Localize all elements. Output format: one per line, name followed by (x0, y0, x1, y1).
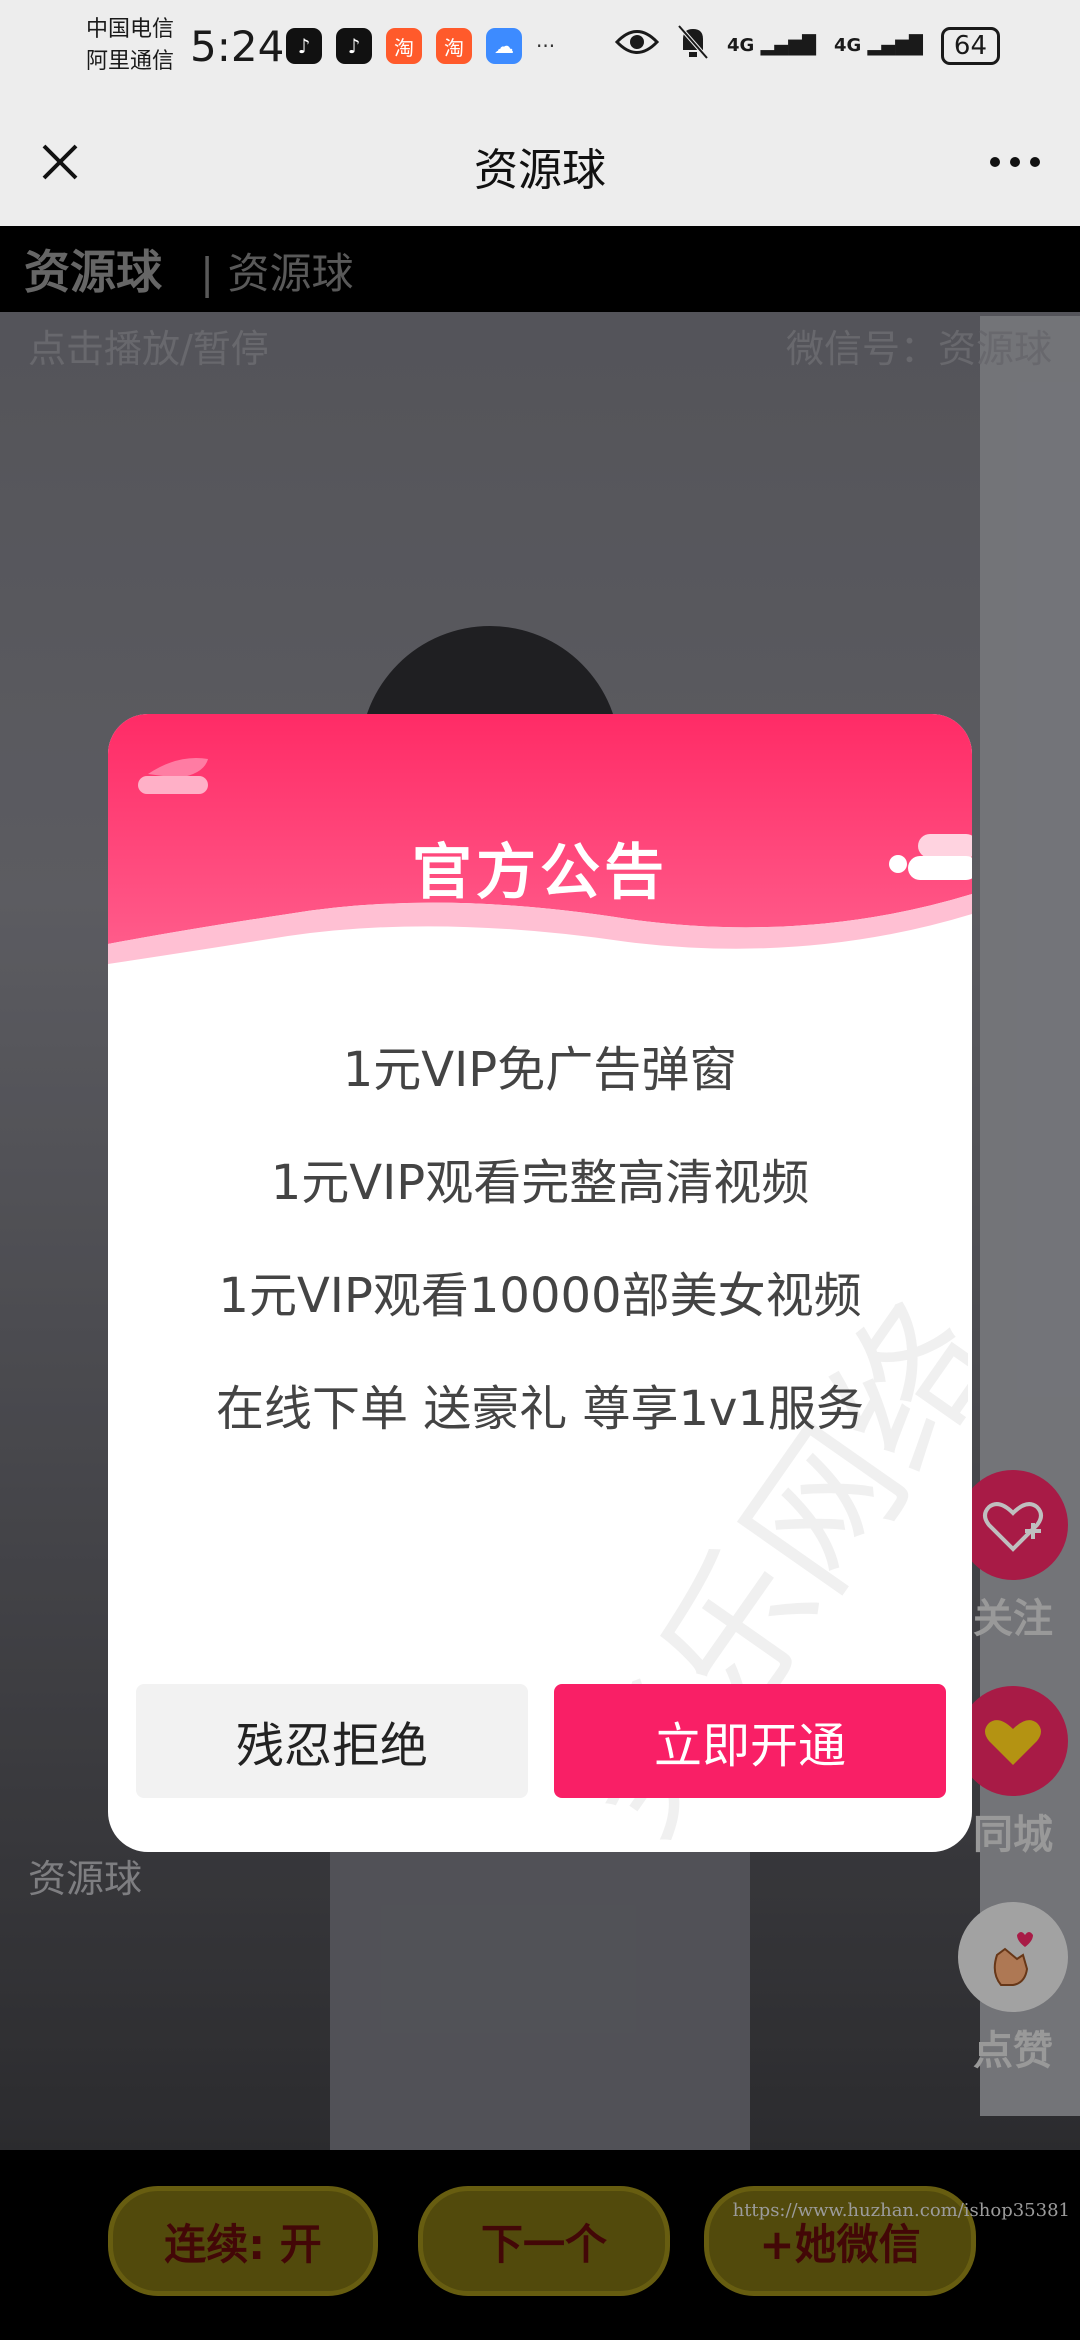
battery-icon: 64 (940, 26, 1000, 65)
notice-list: 1元VIP免广告弹窗 1元VIP观看完整高清视频 1元VIP观看10000部美女… (108, 1014, 972, 1466)
cloud-icon: ☁ (486, 28, 522, 64)
notice-item: 在线下单 送豪礼 尊享1v1服务 (215, 1381, 864, 1437)
signal-icon: 4G ▂▄▆█ (833, 35, 923, 56)
carrier-2: 阿里通信 (86, 49, 175, 74)
signal-2-label: 4G (833, 35, 862, 56)
more-options-button[interactable] (980, 132, 1050, 192)
tiktok-icon: ♪ (336, 28, 372, 64)
carrier-1: 中国电信 (86, 17, 175, 42)
battery-level: 64 (953, 30, 987, 61)
tiktok-icon: ♪ (286, 28, 322, 64)
eye-icon (614, 27, 660, 64)
clock: 5:24 (190, 22, 285, 71)
modal-title: 官方公告 (412, 838, 668, 908)
mute-bell-icon (677, 24, 709, 67)
status-bar: 中国电信 阿里通信 5:24 ♪ ♪ 淘 淘 ☁ ··· 4G ▂▄▆█ 4G … (0, 0, 1080, 98)
reject-button[interactable]: 残忍拒绝 (136, 1684, 528, 1798)
more-icon (990, 157, 1040, 167)
announcement-modal: 官方公告 务乐网络 duole190 1元VIP免广告弹窗 1元VIP观看完整高… (108, 714, 972, 1852)
more-notifications-icon: ··· (536, 34, 556, 58)
taobao-icon: 淘 (386, 28, 422, 64)
notification-icons: ♪ ♪ 淘 淘 ☁ ··· (286, 28, 555, 64)
notice-item: 1元VIP观看完整高清视频 (270, 1155, 810, 1211)
title-bar: 资源球 (0, 98, 1080, 226)
page-title: 资源球 (474, 145, 606, 196)
signal-icon: 4G ▂▄▆█ (727, 35, 816, 56)
taobao-icon: 淘 (436, 28, 472, 64)
notice-item: 1元VIP观看10000部美女视频 (218, 1268, 862, 1324)
signal-1-label: 4G (727, 35, 755, 56)
notice-item: 1元VIP免广告弹窗 (342, 1042, 738, 1098)
activate-vip-button[interactable]: 立即开通 (554, 1684, 946, 1798)
system-indicators: 4G ▂▄▆█ 4G ▂▄▆█ 64 (614, 24, 1000, 67)
carrier-names: 中国电信 阿里通信 (86, 14, 174, 78)
